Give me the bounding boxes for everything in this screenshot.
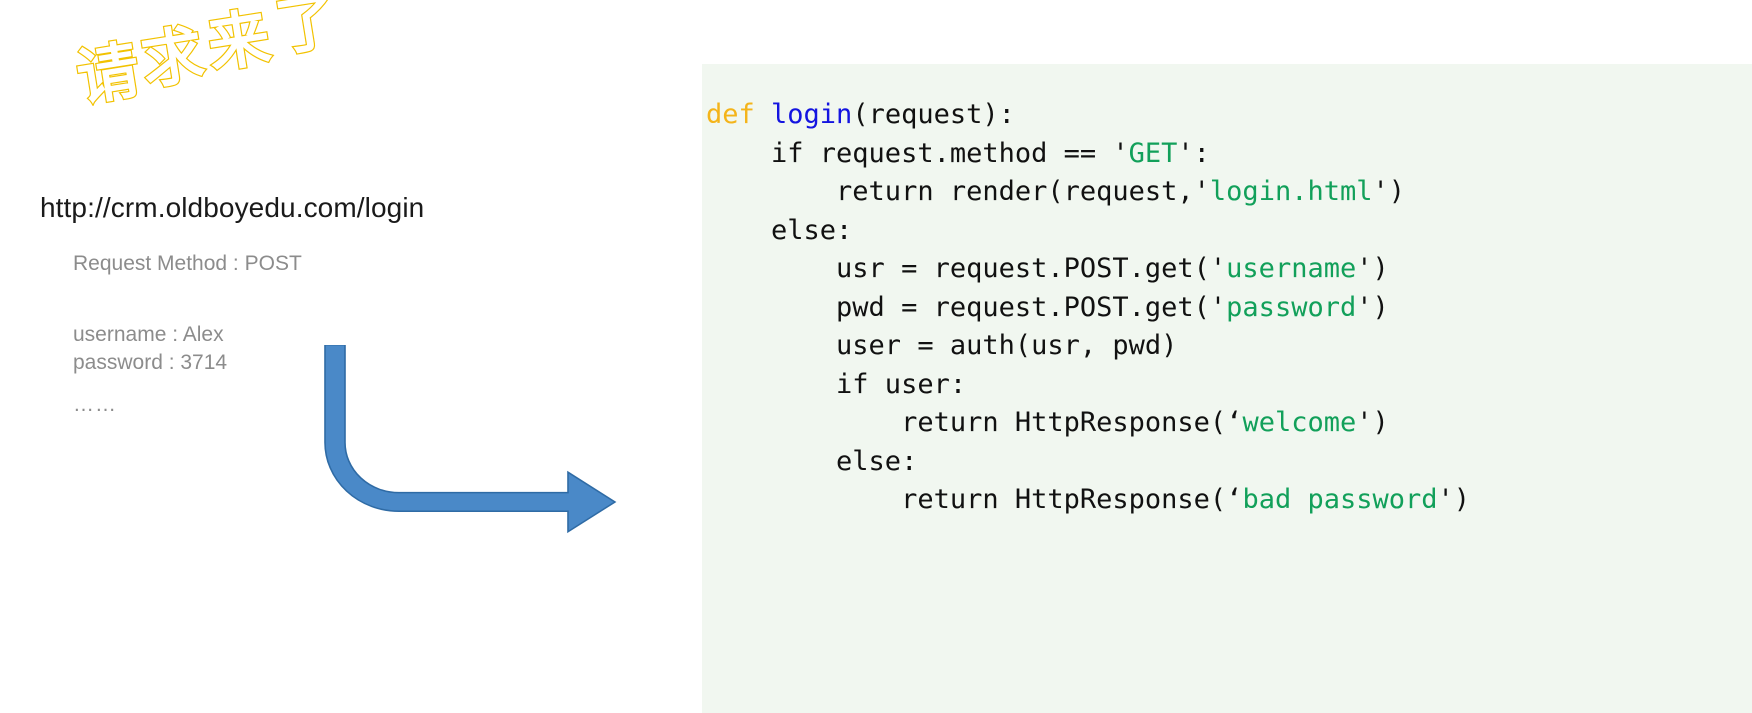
code-token: ')	[1356, 407, 1389, 438]
code-token: if user:	[706, 368, 967, 400]
request-url: http://crm.oldboyedu.com/login	[40, 192, 425, 223]
code-line: if request.method == 'GET':	[706, 138, 1210, 169]
code-token: return HttpResponse(‘	[706, 484, 1243, 515]
code-token: usr = request.POST.get('	[706, 253, 1227, 284]
code-token: else:	[706, 214, 853, 246]
code-token: return render(request,'	[706, 176, 1210, 207]
code-token: welcome	[1242, 407, 1357, 438]
flow-arrow-shape	[324, 344, 617, 534]
code-line: return HttpResponse(‘welcome')	[706, 407, 1389, 438]
title-char-4: 了	[271, 0, 344, 65]
code-line: else:	[706, 215, 852, 246]
code-token: ':	[1177, 137, 1210, 169]
code-line: return render(request,'login.html')	[706, 176, 1405, 207]
code-line: else:	[706, 446, 917, 477]
python-code-block: def login(request): if request.method ==…	[702, 96, 1752, 520]
code-line: usr = request.POST.get('username')	[706, 253, 1389, 284]
code-token: pwd = request.POST.get('	[706, 291, 1227, 323]
flow-arrow-icon	[320, 344, 620, 535]
code-token: (request):	[852, 99, 1015, 130]
code-line: return HttpResponse(‘bad password')	[706, 484, 1470, 515]
code-token: GET	[1128, 137, 1178, 169]
code-token: username	[1226, 253, 1357, 284]
code-token: login	[771, 99, 853, 130]
request-method-line: Request Method : POST	[73, 252, 302, 276]
decorative-title: 请 求 来 了	[70, 0, 390, 106]
code-token: user = auth(usr, pwd)	[706, 330, 1178, 361]
code-panel: def login(request): if request.method ==…	[702, 64, 1752, 713]
code-token: if request.method == '	[706, 137, 1129, 169]
code-token: ')	[1437, 484, 1471, 515]
code-token: password	[1226, 291, 1357, 323]
code-token: else:	[706, 445, 918, 477]
code-line: if user:	[706, 369, 966, 400]
code-token: login.html	[1209, 176, 1373, 207]
title-char-2: 求	[136, 17, 209, 99]
code-line: def login(request):	[706, 99, 1015, 130]
code-token: ')	[1356, 291, 1389, 323]
code-line: pwd = request.POST.get('password')	[706, 292, 1389, 323]
code-line: user = auth(usr, pwd)	[706, 330, 1177, 361]
code-token: ')	[1372, 176, 1405, 207]
code-token: ')	[1356, 253, 1389, 284]
title-char-3: 来	[202, 0, 275, 82]
title-char-1: 请	[72, 33, 145, 106]
code-token: def	[706, 99, 772, 130]
code-token: bad password	[1242, 484, 1438, 515]
code-token: return HttpResponse(‘	[706, 407, 1243, 438]
